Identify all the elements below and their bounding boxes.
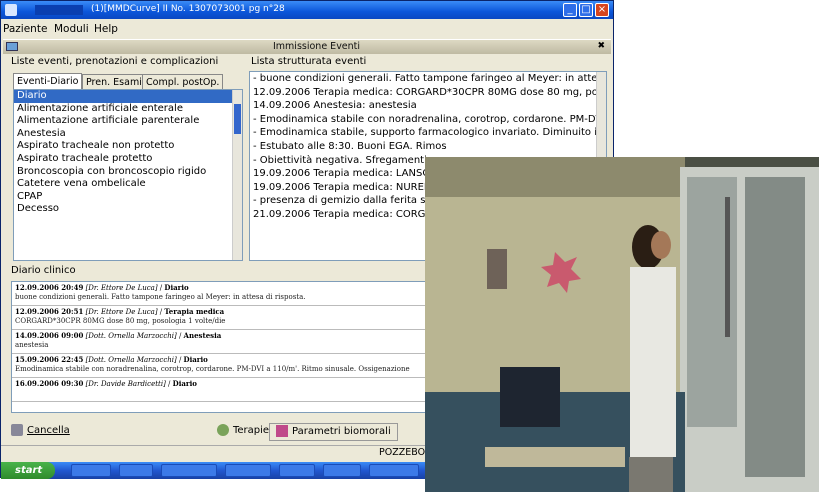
list-item[interactable]: Alimentazione artificiale enterale bbox=[14, 103, 242, 116]
list-item[interactable]: Catetere vena ombelicale bbox=[14, 178, 242, 191]
entry-date: 12.09.2006 20:49 bbox=[15, 283, 84, 292]
entry-author: [Dr. Ettore De Luca] bbox=[85, 284, 158, 292]
taskbar-item[interactable] bbox=[119, 464, 153, 477]
left-panel-header: Liste eventi, prenotazioni e complicazio… bbox=[11, 56, 219, 67]
event-type-list[interactable]: Diario Alimentazione artificiale enteral… bbox=[13, 89, 243, 261]
title-redacted-block bbox=[35, 5, 83, 15]
event-row[interactable]: - buone condizioni generali. Fatto tampo… bbox=[250, 72, 606, 86]
pin-icon[interactable] bbox=[6, 42, 18, 51]
params-label: Parametri biomorali bbox=[292, 426, 391, 437]
entry-author: [Dott. Ornella Marzocchi] bbox=[85, 332, 177, 340]
menu-help[interactable]: Help bbox=[94, 23, 118, 35]
app-icon bbox=[5, 4, 17, 16]
event-row[interactable]: - Emodinamica stabile con noradrenalina,… bbox=[250, 113, 606, 127]
event-row[interactable]: - Emodinamica stabile, supporto farmacol… bbox=[250, 126, 606, 140]
event-row[interactable]: - Estubato alle 8:30. Buoni EGA. Rimos bbox=[250, 140, 606, 154]
clinic-photo-drawing bbox=[425, 157, 819, 492]
list-scrollbar[interactable] bbox=[232, 90, 242, 260]
entry-category: Anestesia bbox=[183, 331, 222, 340]
entry-category: Terapia medica bbox=[164, 307, 225, 316]
list-item[interactable]: Decesso bbox=[14, 203, 242, 216]
entry-date: 12.09.2006 20:51 bbox=[15, 307, 84, 316]
taskbar-item[interactable] bbox=[369, 464, 419, 477]
list-item[interactable]: Aspirato tracheale protetto bbox=[14, 153, 242, 166]
right-panel-header: Lista strutturata eventi bbox=[251, 56, 367, 67]
entry-category: Diario bbox=[164, 283, 189, 292]
status-user: POZZEBO bbox=[379, 447, 426, 458]
menu-moduli[interactable]: Moduli bbox=[54, 23, 89, 35]
title-bar: (1)[MMDCurve] II No. 1307073001 pg n°28 … bbox=[1, 1, 613, 19]
trash-icon bbox=[11, 424, 23, 436]
tab-compl-postop[interactable]: Compl. postOp. bbox=[142, 74, 224, 89]
diary-header: Diario clinico bbox=[11, 265, 76, 276]
pill-icon bbox=[217, 424, 229, 436]
tab-pren-esami[interactable]: Pren. Esami bbox=[82, 74, 146, 89]
maximize-button[interactable]: □ bbox=[579, 3, 593, 17]
list-item[interactable]: CPAP bbox=[14, 191, 242, 204]
clinic-photo bbox=[425, 157, 819, 492]
entry-author: [Dr. Davide Bardicetti] bbox=[85, 380, 166, 388]
tab-eventi-diario[interactable]: Eventi-Diario bbox=[13, 73, 83, 89]
taskbar-item[interactable] bbox=[71, 464, 111, 477]
panel-toolbar: Immissione Eventi ✖ bbox=[3, 39, 611, 54]
event-row[interactable]: 12.09.2006 Terapia medica: CORGARD*30CPR… bbox=[250, 86, 606, 100]
list-item[interactable]: Aspirato tracheale non protetto bbox=[14, 140, 242, 153]
entry-category: Diario bbox=[172, 379, 197, 388]
entry-author: [Dr. Ettore De Luca] bbox=[85, 308, 158, 316]
menu-paziente[interactable]: Paziente bbox=[3, 23, 47, 35]
minimize-button[interactable]: _ bbox=[563, 3, 577, 17]
event-row[interactable]: 14.09.2006 Anestesia: anestesia bbox=[250, 99, 606, 113]
start-button[interactable]: start bbox=[1, 462, 55, 479]
list-item[interactable]: Diario bbox=[14, 90, 242, 103]
scrollbar-thumb[interactable] bbox=[234, 104, 241, 134]
list-item[interactable]: Alimentazione artificiale parenterale bbox=[14, 115, 242, 128]
params-button[interactable]: Parametri biomorali bbox=[269, 423, 398, 441]
chart-icon bbox=[276, 425, 288, 437]
cancel-button[interactable]: Cancella bbox=[11, 423, 70, 439]
event-lists-panel: Liste eventi, prenotazioni e complicazio… bbox=[11, 56, 245, 263]
entry-date: 16.09.2006 09:30 bbox=[15, 379, 84, 388]
list-item[interactable]: Anestesia bbox=[14, 128, 242, 141]
entry-author: [Dott. Ornella Marzocchi] bbox=[85, 356, 177, 364]
entry-date: 15.09.2006 22:45 bbox=[15, 355, 84, 364]
therapy-button[interactable]: Terapie bbox=[217, 423, 269, 439]
taskbar-item[interactable] bbox=[323, 464, 361, 477]
taskbar-item[interactable] bbox=[225, 464, 271, 477]
close-icon[interactable]: ✖ bbox=[597, 41, 605, 51]
window-title: (1)[MMDCurve] II No. 1307073001 pg n°28 bbox=[91, 4, 285, 14]
taskbar-item[interactable] bbox=[161, 464, 217, 477]
entry-date: 14.09.2006 09:00 bbox=[15, 331, 84, 340]
list-item[interactable]: Broncoscopia con broncoscopio rigido bbox=[14, 166, 242, 179]
panel-title: Immissione Eventi bbox=[273, 41, 361, 52]
taskbar-item[interactable] bbox=[279, 464, 315, 477]
close-button[interactable]: × bbox=[595, 3, 609, 17]
cancel-label: Cancella bbox=[27, 425, 70, 436]
menu-bar: Paziente Moduli Help bbox=[1, 21, 613, 37]
therapy-label: Terapie bbox=[233, 425, 270, 436]
entry-category: Diario bbox=[183, 355, 208, 364]
